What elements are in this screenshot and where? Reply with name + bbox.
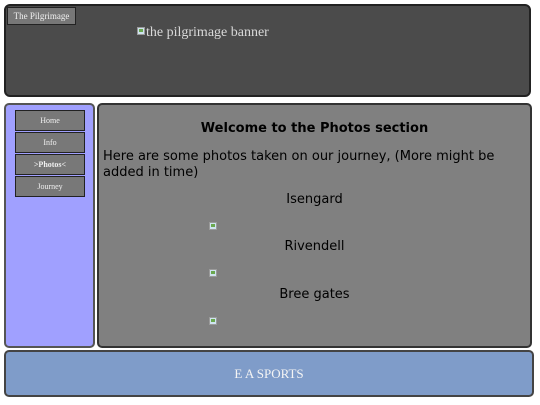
page-heading: Welcome to the Photos section [200, 121, 429, 136]
nav-journey-button[interactable]: Journey [15, 176, 85, 197]
banner-image: the pilgrimage banner [137, 25, 269, 41]
sidebar: Home Info >Photos< Journey [4, 103, 95, 348]
photo-bree-gates-image [209, 317, 217, 325]
photo-rivendell-image [209, 269, 217, 277]
banner-alt-text: the pilgrimage banner [146, 25, 269, 40]
intro-text: Here are some photos taken on our journe… [103, 149, 495, 180]
nav-info-button[interactable]: Info [15, 132, 85, 153]
footer: E A SPORTS [4, 350, 534, 397]
main-content: Welcome to the Photos section Here are s… [97, 103, 532, 348]
photo-title-bree-gates: Bree gates [279, 287, 350, 302]
photo-title-rivendell: Rivendell [284, 239, 345, 254]
site-title-tab[interactable]: The Pilgrimage [7, 7, 76, 25]
nav-home-button[interactable]: Home [15, 110, 85, 131]
photo-isengard-image [209, 222, 217, 230]
nav-photos-button[interactable]: >Photos< [15, 154, 85, 175]
footer-text: E A SPORTS [234, 366, 304, 381]
broken-image-icon [137, 27, 145, 35]
header: The Pilgrimage the pilgrimage banner [4, 4, 531, 97]
photo-title-isengard: Isengard [286, 192, 343, 207]
